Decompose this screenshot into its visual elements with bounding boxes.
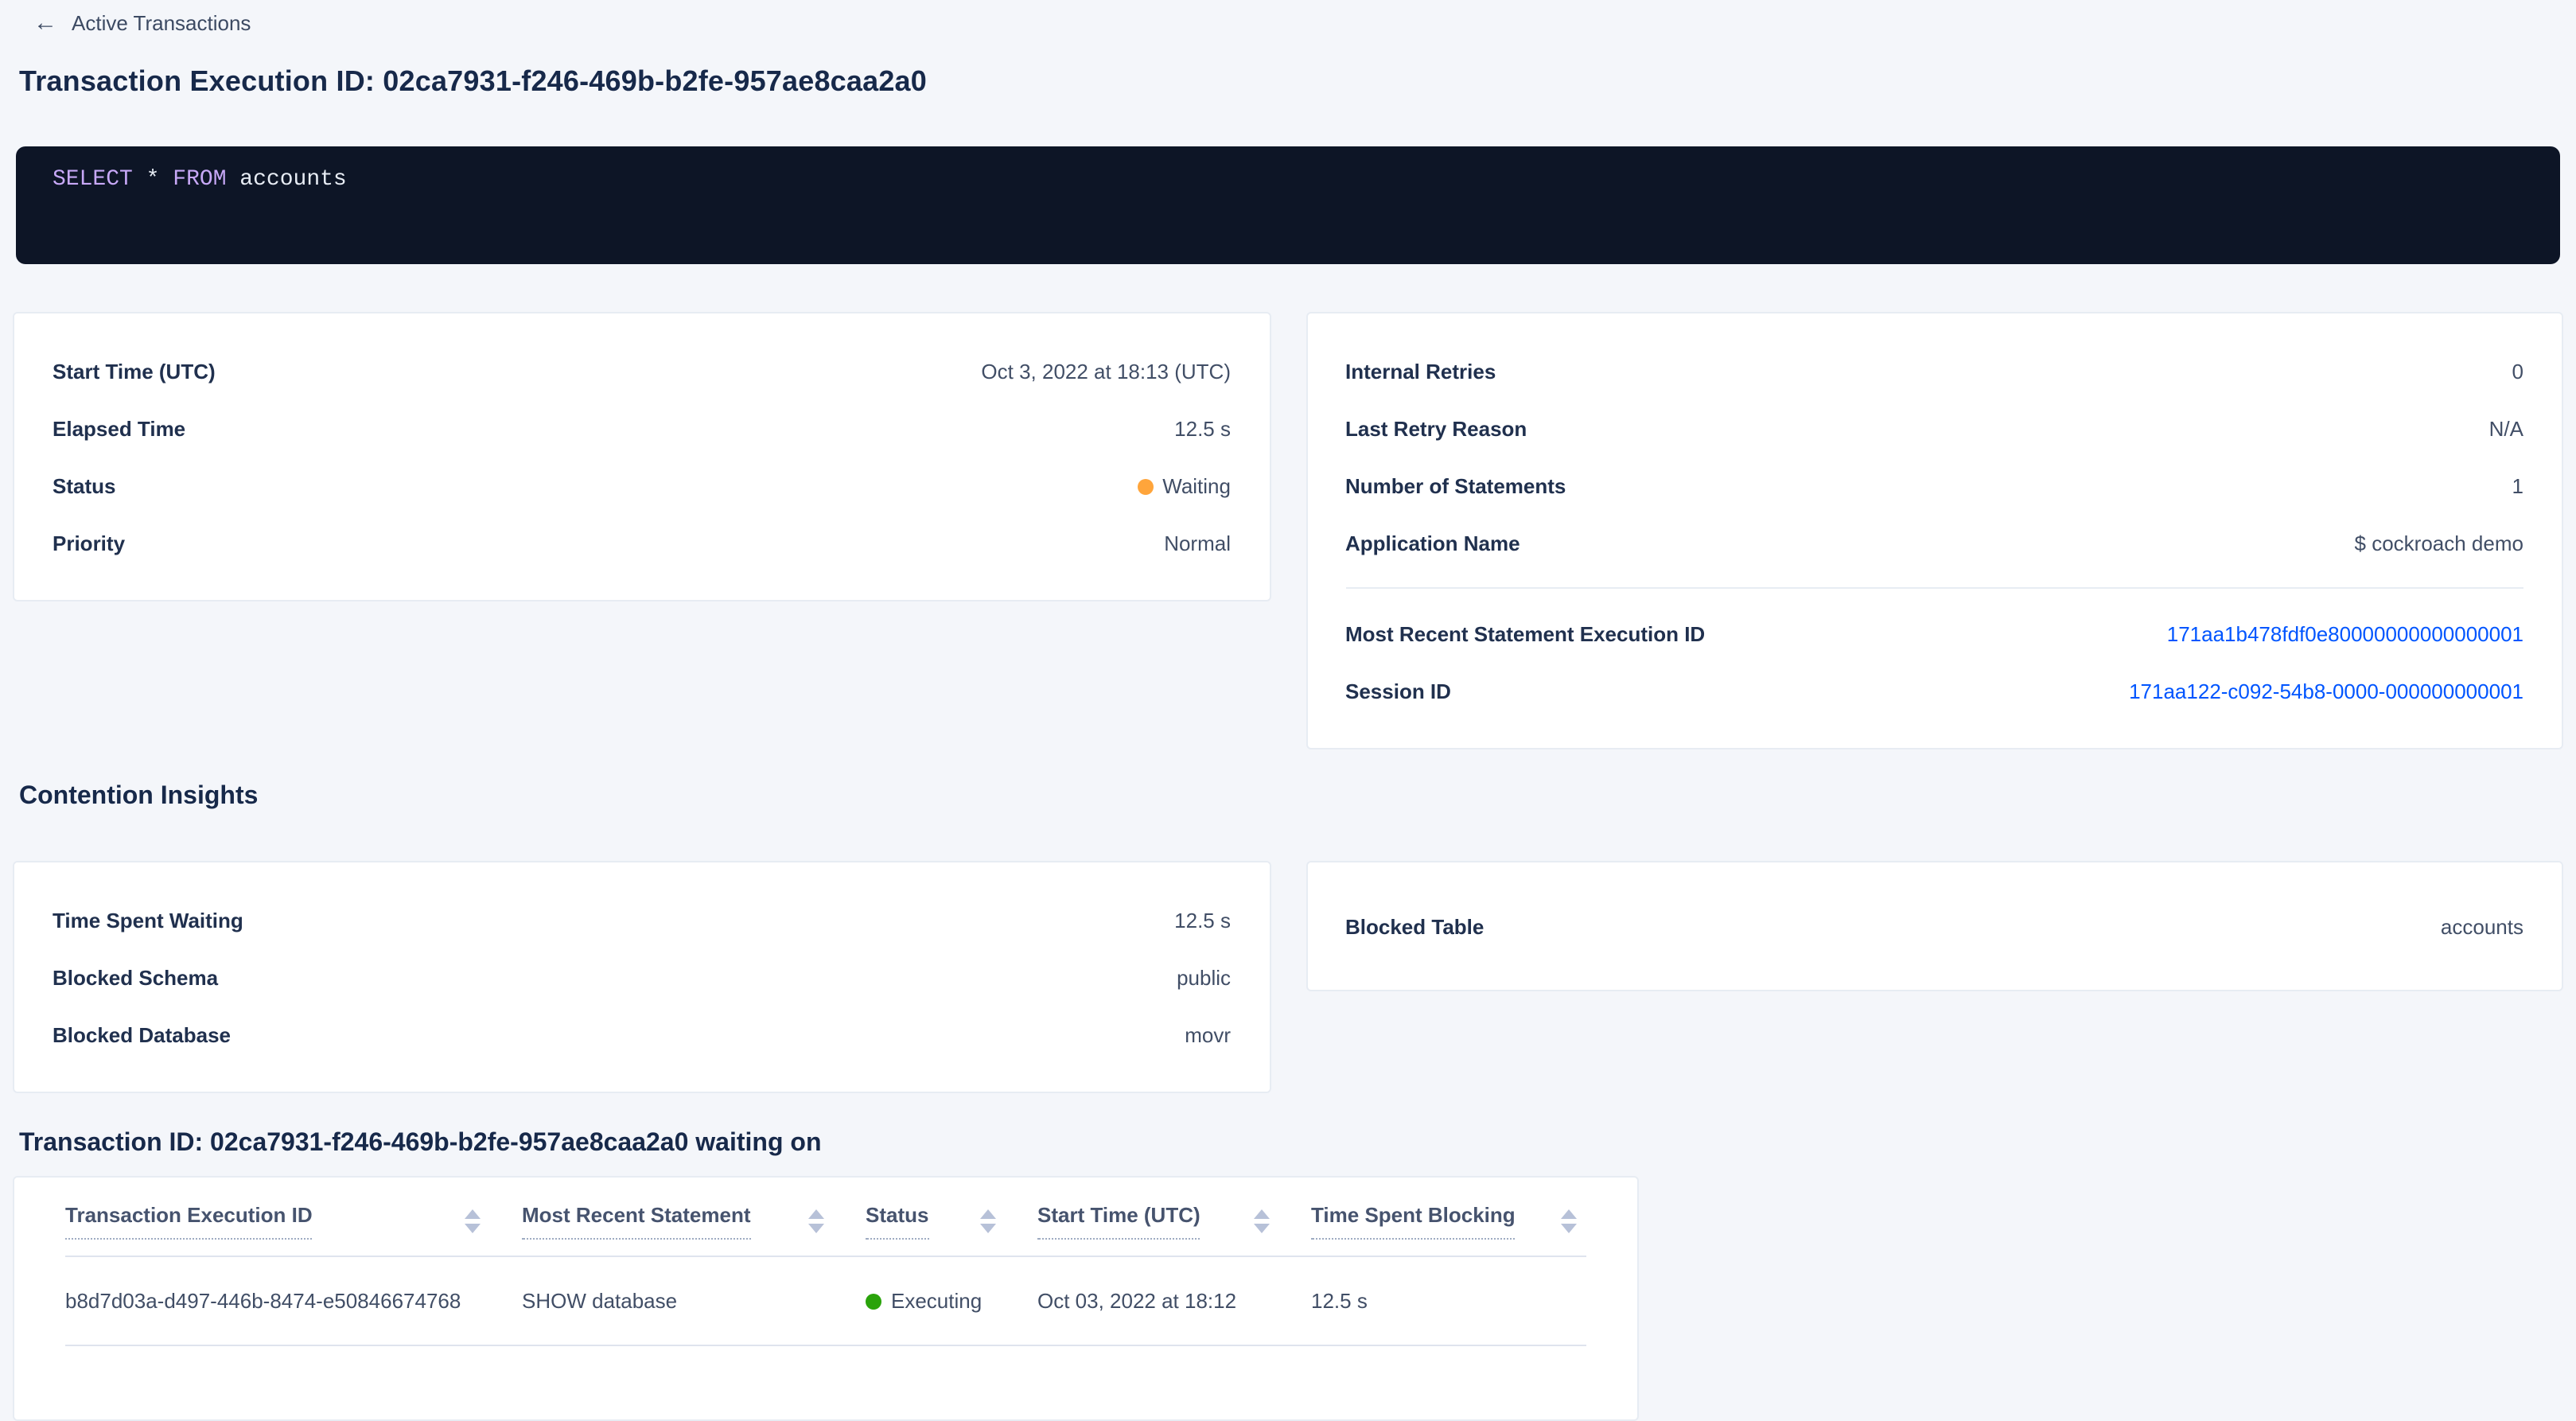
status-text: Waiting [1162, 473, 1231, 497]
blocked-schema-value: public [1177, 965, 1231, 989]
blocked-schema-row: Blocked Schema public [53, 948, 1231, 1006]
time-spent-waiting-row: Time Spent Waiting 12.5 s [53, 891, 1231, 948]
time-spent-waiting-value: 12.5 s [1174, 908, 1231, 932]
session-id-label: Session ID [1345, 679, 1451, 703]
column-header-transaction-execution-id[interactable]: Transaction Execution ID [65, 1190, 522, 1256]
sort-arrows-icon [1561, 1209, 1577, 1233]
column-header-start-time[interactable]: Start Time (UTC) [1037, 1190, 1311, 1256]
sql-keyword-select: SELECT [53, 167, 133, 193]
sort-arrows-icon [980, 1209, 996, 1233]
number-of-statements-row: Number of Statements 1 [1345, 457, 2523, 514]
internal-retries-row: Internal Retries 0 [1345, 342, 2523, 399]
start-time-row: Start Time (UTC) Oct 3, 2022 at 18:13 (U… [53, 342, 1231, 399]
statement-execution-id-row: Most Recent Statement Execution ID 171aa… [1345, 605, 2523, 662]
blocked-table-value: accounts [2441, 914, 2523, 938]
cell-most-recent-statement: SHOW database [522, 1256, 866, 1345]
card-divider [1345, 587, 2523, 589]
contention-card-left: Time Spent Waiting 12.5 s Blocked Schema… [13, 861, 1270, 1093]
table-header-row: Transaction Execution ID Most Recent Sta… [65, 1190, 1586, 1256]
last-retry-reason-value: N/A [2489, 416, 2523, 440]
blocked-database-label: Blocked Database [53, 1022, 231, 1046]
back-link[interactable]: ← Active Transactions [33, 11, 251, 35]
status-waiting-dot-icon [1137, 478, 1153, 494]
session-id-row: Session ID 171aa122-c092-54b8-0000-00000… [1345, 662, 2523, 719]
active-transaction-details-page: ← Active Transactions Transaction Execut… [0, 0, 2576, 1365]
waiting-transactions-table: Transaction Execution ID Most Recent Sta… [65, 1190, 1586, 1346]
waiting-transactions-table-card: Transaction Execution ID Most Recent Sta… [13, 1176, 1639, 1421]
cell-status: Executing [866, 1256, 1037, 1345]
internal-retries-label: Internal Retries [1345, 359, 1496, 383]
application-name-value: $ cockroach demo [2355, 531, 2523, 555]
waiting-on-heading: Transaction ID: 02ca7931-f246-469b-b2fe-… [19, 1128, 2560, 1160]
blocked-schema-label: Blocked Schema [53, 965, 218, 989]
column-header-label: Transaction Execution ID [65, 1203, 313, 1240]
sql-table-name: accounts [227, 167, 347, 193]
sort-arrows-icon [808, 1209, 824, 1233]
sql-keyword-from: FROM [173, 167, 226, 193]
sort-arrows-icon [465, 1209, 481, 1233]
column-header-status[interactable]: Status [866, 1190, 1037, 1256]
contention-card-right: Blocked Table accounts [1306, 861, 2563, 991]
column-header-time-spent-blocking[interactable]: Time Spent Blocking [1311, 1190, 1586, 1256]
status-row: Status Waiting [53, 457, 1231, 514]
summary-cards-row: Start Time (UTC) Oct 3, 2022 at 18:13 (U… [13, 312, 2563, 749]
number-of-statements-label: Number of Statements [1345, 473, 1566, 497]
status-executing-dot-icon [866, 1294, 881, 1310]
back-link-label: Active Transactions [72, 11, 251, 35]
sql-statement-box: SELECT * FROM accounts [16, 146, 2560, 264]
statement-execution-id-link[interactable]: 171aa1b478fdf0e80000000000000001 [2167, 621, 2523, 645]
priority-label: Priority [53, 531, 125, 555]
session-id-link[interactable]: 171aa122-c092-54b8-0000-000000000001 [2129, 679, 2523, 703]
cell-time-spent-blocking: 12.5 s [1311, 1256, 1586, 1345]
column-header-label: Start Time (UTC) [1037, 1203, 1200, 1240]
elapsed-time-label: Elapsed Time [53, 416, 185, 440]
table-row: b8d7d03a-d497-446b-8474-e50846674768 SHO… [65, 1256, 1586, 1345]
start-time-label: Start Time (UTC) [53, 359, 216, 383]
start-time-value: Oct 3, 2022 at 18:13 (UTC) [981, 359, 1231, 383]
summary-card-right: Internal Retries 0 Last Retry Reason N/A… [1306, 312, 2563, 749]
priority-row: Priority Normal [53, 514, 1231, 571]
contention-insights-heading: Contention Insights [19, 781, 2560, 813]
elapsed-time-value: 12.5 s [1174, 416, 1231, 440]
application-name-label: Application Name [1345, 531, 1520, 555]
column-header-label: Status [866, 1203, 928, 1240]
priority-value: Normal [1164, 531, 1231, 555]
elapsed-time-row: Elapsed Time 12.5 s [53, 399, 1231, 457]
column-header-label: Most Recent Statement [522, 1203, 751, 1240]
statement-execution-id-label: Most Recent Statement Execution ID [1345, 621, 1705, 645]
last-retry-reason-row: Last Retry Reason N/A [1345, 399, 2523, 457]
blocked-table-row: Blocked Table accounts [1345, 897, 2523, 955]
blocked-table-label: Blocked Table [1345, 914, 1484, 938]
sql-operator: * [133, 167, 173, 193]
page-title: Transaction Execution ID: 02ca7931-f246-… [19, 62, 2560, 102]
status-value: Waiting [1137, 473, 1231, 497]
arrow-left-icon: ← [33, 11, 57, 35]
time-spent-waiting-label: Time Spent Waiting [53, 908, 243, 932]
number-of-statements-value: 1 [2512, 473, 2523, 497]
summary-card-left: Start Time (UTC) Oct 3, 2022 at 18:13 (U… [13, 312, 1270, 601]
cell-start-time: Oct 03, 2022 at 18:12 [1037, 1256, 1311, 1345]
status-label: Status [53, 473, 115, 497]
sort-arrows-icon [1254, 1209, 1270, 1233]
application-name-row: Application Name $ cockroach demo [1345, 514, 2523, 571]
column-header-label: Time Spent Blocking [1311, 1203, 1516, 1240]
internal-retries-value: 0 [2512, 359, 2523, 383]
last-retry-reason-label: Last Retry Reason [1345, 416, 1527, 440]
cell-status-text: Executing [891, 1289, 982, 1313]
column-header-most-recent-statement[interactable]: Most Recent Statement [522, 1190, 866, 1256]
contention-cards-row: Time Spent Waiting 12.5 s Blocked Schema… [13, 861, 2563, 1093]
blocked-database-row: Blocked Database movr [53, 1006, 1231, 1063]
blocked-database-value: movr [1185, 1022, 1231, 1046]
cell-transaction-execution-id: b8d7d03a-d497-446b-8474-e50846674768 [65, 1256, 522, 1345]
